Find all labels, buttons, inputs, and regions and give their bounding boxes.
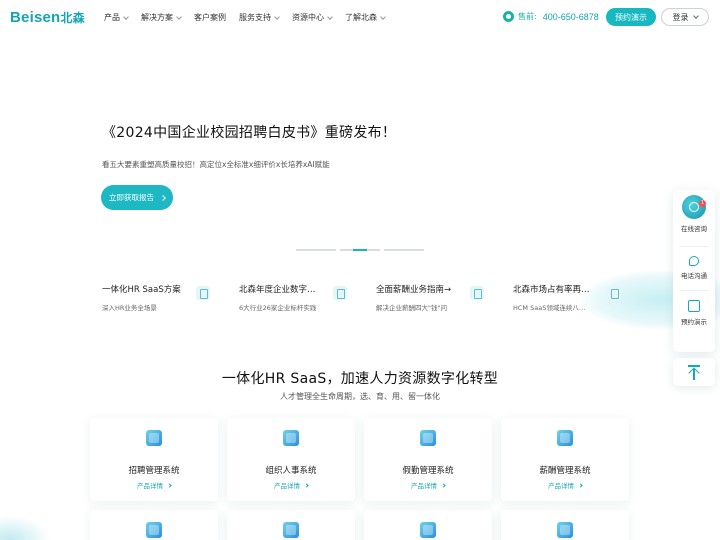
product-card[interactable] [501, 510, 629, 540]
product-card[interactable] [90, 510, 218, 540]
chevron-down-icon [274, 13, 280, 20]
product-card-payroll[interactable]: 薪酬管理系统 产品详情 [501, 418, 629, 501]
product-card[interactable] [364, 510, 492, 540]
feature-item[interactable]: 一体化HR SaaS方案 深入HR业务全场景 [102, 283, 239, 312]
monitor-icon [557, 522, 573, 538]
feature-item[interactable]: 全面薪酬业务指南→ 解决企业薪酬四大"钱"问 [376, 283, 513, 312]
carousel-dot[interactable] [296, 249, 336, 251]
document-icon [196, 286, 210, 300]
contact-widget: 1 在线咨询 电话沟通 预约演示 [673, 190, 715, 352]
chevron-down-icon [327, 13, 333, 20]
monitor-icon [607, 286, 621, 300]
chevron-down-icon [380, 13, 386, 20]
product-card-recruiting[interactable]: 招聘管理系统 产品详情 [90, 418, 218, 501]
hero-title: 《2024中国企业校园招聘白皮书》重磅发布！ [102, 125, 397, 141]
carousel-indicators [296, 249, 424, 251]
chevron-right-icon [441, 483, 446, 488]
hero-subtitle: 看五大要素重塑高质量校招！高定位x全标准x细评价x长培养xAI赋能 [102, 160, 330, 169]
section-subtitle: 人才管理全生命周期，选、育、用、留一体化 [280, 392, 440, 401]
pie-icon [420, 522, 436, 538]
nav-item-solutions[interactable]: 解决方案 [141, 12, 182, 23]
clipboard-icon [146, 522, 162, 538]
product-detail-link[interactable]: 产品详情 [501, 480, 629, 490]
presales-phone[interactable]: 售前: 400-650-6878 [503, 11, 599, 22]
nav-item-service[interactable]: 服务支持 [239, 12, 280, 23]
nav-item-about[interactable]: 了解北森 [345, 12, 386, 23]
chevron-right-icon [578, 483, 583, 488]
wallet-icon [557, 430, 573, 446]
login-button[interactable]: 登录 [661, 8, 709, 26]
top-nav: Beisen北森 产品 解决方案 客户案例 服务支持 资源中心 了解北森 售前:… [0, 0, 720, 34]
book-demo[interactable]: 预约演示 [673, 300, 715, 326]
phone-icon [689, 256, 699, 266]
edit-icon [688, 300, 700, 312]
section-title: 一体化HR SaaS，加速人力资源数字化转型 [221, 371, 499, 387]
chevron-right-icon [167, 483, 172, 488]
nav-item-product[interactable]: 产品 [104, 12, 129, 23]
get-report-button[interactable]: 立即获取报告 [101, 185, 173, 210]
back-to-top-button[interactable] [673, 358, 715, 386]
book-demo-button[interactable]: 预约演示 [606, 8, 656, 26]
carousel-dot[interactable] [384, 249, 424, 251]
report-icon [333, 286, 347, 300]
product-detail-link[interactable]: 产品详情 [90, 480, 218, 490]
product-card-attendance[interactable]: 假勤管理系统 产品详情 [364, 418, 492, 501]
chart-icon [283, 522, 299, 538]
product-card-personnel[interactable]: 组织人事系统 产品详情 [227, 418, 355, 501]
unread-badge: 1 [699, 200, 706, 207]
divider [679, 290, 709, 291]
chevron-down-icon [692, 12, 699, 19]
arrow-up-icon [688, 365, 700, 367]
carousel-dot-active[interactable] [340, 249, 380, 251]
online-chat[interactable]: 1 在线咨询 [673, 195, 715, 233]
chevron-down-icon [123, 13, 129, 20]
chevron-right-icon [160, 194, 166, 201]
recruiting-icon [146, 430, 162, 446]
calendar-icon [420, 430, 436, 446]
feature-item[interactable]: 北森年度企业数字… 6大行业26家企业标杆实践 [239, 283, 376, 312]
feature-item[interactable]: 北森市场占有率再… HCM SaaS领域连续八… [513, 283, 650, 312]
nav-item-resources[interactable]: 资源中心 [292, 12, 333, 23]
chevron-right-icon [304, 483, 309, 488]
feature-strip: 一体化HR SaaS方案 深入HR业务全场景 北森年度企业数字… 6大行业26家… [102, 283, 650, 312]
divider [679, 246, 709, 247]
person-icon [283, 430, 299, 446]
guide-icon [470, 286, 484, 300]
wechat-icon [503, 11, 514, 22]
product-detail-link[interactable]: 产品详情 [227, 480, 355, 490]
decorative-corner [0, 515, 50, 540]
phone-contact[interactable]: 电话沟通 [673, 256, 715, 280]
beisen-logo[interactable]: Beisen北森 [10, 9, 85, 26]
main-menu: 产品 解决方案 客户案例 服务支持 资源中心 了解北森 [104, 12, 398, 23]
product-card[interactable] [227, 510, 355, 540]
headset-icon [682, 195, 706, 219]
chevron-down-icon [176, 13, 182, 20]
product-detail-link[interactable]: 产品详情 [364, 480, 492, 490]
nav-item-cases[interactable]: 客户案例 [194, 12, 226, 23]
